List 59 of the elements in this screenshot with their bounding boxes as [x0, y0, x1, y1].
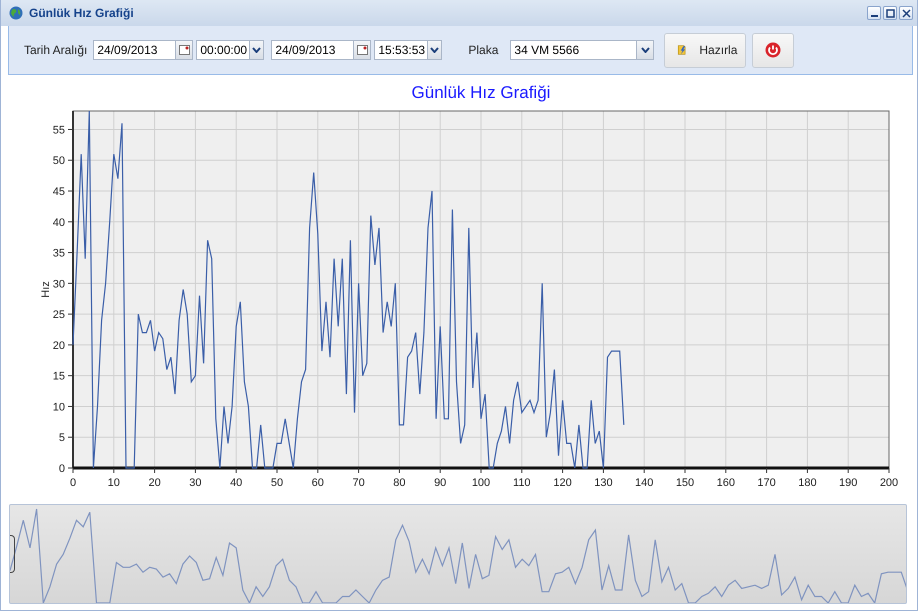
x-tick-label: 190 — [839, 477, 858, 489]
close-icon — [902, 8, 910, 18]
x-tick-label: 130 — [594, 477, 613, 489]
maximize-icon — [886, 8, 894, 18]
x-tick-label: 120 — [553, 477, 572, 489]
plate-dropdown[interactable]: 34 VM 5566 — [510, 40, 654, 60]
x-tick-label: 30 — [189, 477, 202, 489]
x-tick-label: 100 — [472, 477, 490, 489]
y-tick-label: 25 — [52, 309, 65, 322]
y-tick-label: 10 — [52, 401, 65, 414]
date-range-label: Tarih Aralığı — [24, 43, 88, 57]
dropdown-icon — [640, 47, 650, 53]
calendar-icon — [356, 45, 368, 55]
exit-button[interactable] — [752, 32, 794, 68]
x-tick-label: 110 — [513, 477, 531, 489]
end-time-field[interactable]: 15:53:53 — [374, 40, 442, 60]
x-tick-label: 10 — [108, 477, 120, 489]
x-tick-label: 160 — [716, 477, 735, 489]
x-tick-label: 150 — [676, 477, 694, 489]
x-tick-label: 50 — [270, 477, 284, 489]
y-axis-label: Hız — [40, 281, 52, 298]
y-tick-label: 45 — [52, 186, 65, 198]
x-tick-label: 200 — [880, 477, 898, 489]
x-tick-label: 170 — [757, 477, 776, 489]
prepare-button[interactable]: Hazırla — [664, 32, 746, 68]
chart-title: Günlük Hız Grafiği — [412, 83, 550, 102]
window-title: Günlük Hız Grafiği — [29, 6, 134, 20]
end-date-field[interactable]: 24/09/2013 — [271, 40, 372, 60]
x-tick-label: 0 — [70, 477, 76, 489]
maximize-button[interactable] — [883, 6, 897, 20]
plate-label: Plaka — [468, 43, 498, 57]
x-tick-label: 70 — [352, 477, 365, 489]
minimize-icon — [870, 15, 878, 17]
calendar-icon — [178, 45, 190, 55]
power-icon — [765, 42, 782, 58]
y-tick-label: 35 — [52, 248, 65, 260]
x-tick-label: 20 — [148, 477, 161, 489]
start-time-field[interactable]: 00:00:00 — [196, 40, 264, 60]
dropdown-icon — [430, 47, 440, 53]
x-tick-label: 40 — [230, 477, 242, 489]
dropdown-icon — [252, 47, 262, 53]
range-handle[interactable] — [10, 535, 15, 573]
y-tick-label: 15 — [52, 370, 65, 383]
globe-icon — [9, 6, 23, 20]
y-tick-label: 50 — [52, 155, 65, 168]
x-tick-label: 60 — [312, 477, 324, 489]
x-tick-label: 90 — [434, 477, 446, 489]
minimize-button[interactable] — [867, 6, 881, 20]
y-tick-label: 0 — [58, 463, 65, 475]
x-tick-label: 180 — [798, 477, 817, 489]
start-date-field[interactable]: 24/09/2013 — [93, 40, 194, 60]
close-button[interactable] — [899, 6, 913, 20]
x-tick-label: 80 — [393, 477, 406, 489]
y-tick-label: 5 — [58, 432, 65, 444]
x-tick-label: 140 — [635, 477, 654, 489]
y-tick-label: 20 — [52, 340, 65, 352]
y-tick-label: 30 — [52, 278, 65, 290]
y-tick-label: 55 — [52, 124, 65, 136]
y-tick-label: 40 — [52, 216, 65, 229]
